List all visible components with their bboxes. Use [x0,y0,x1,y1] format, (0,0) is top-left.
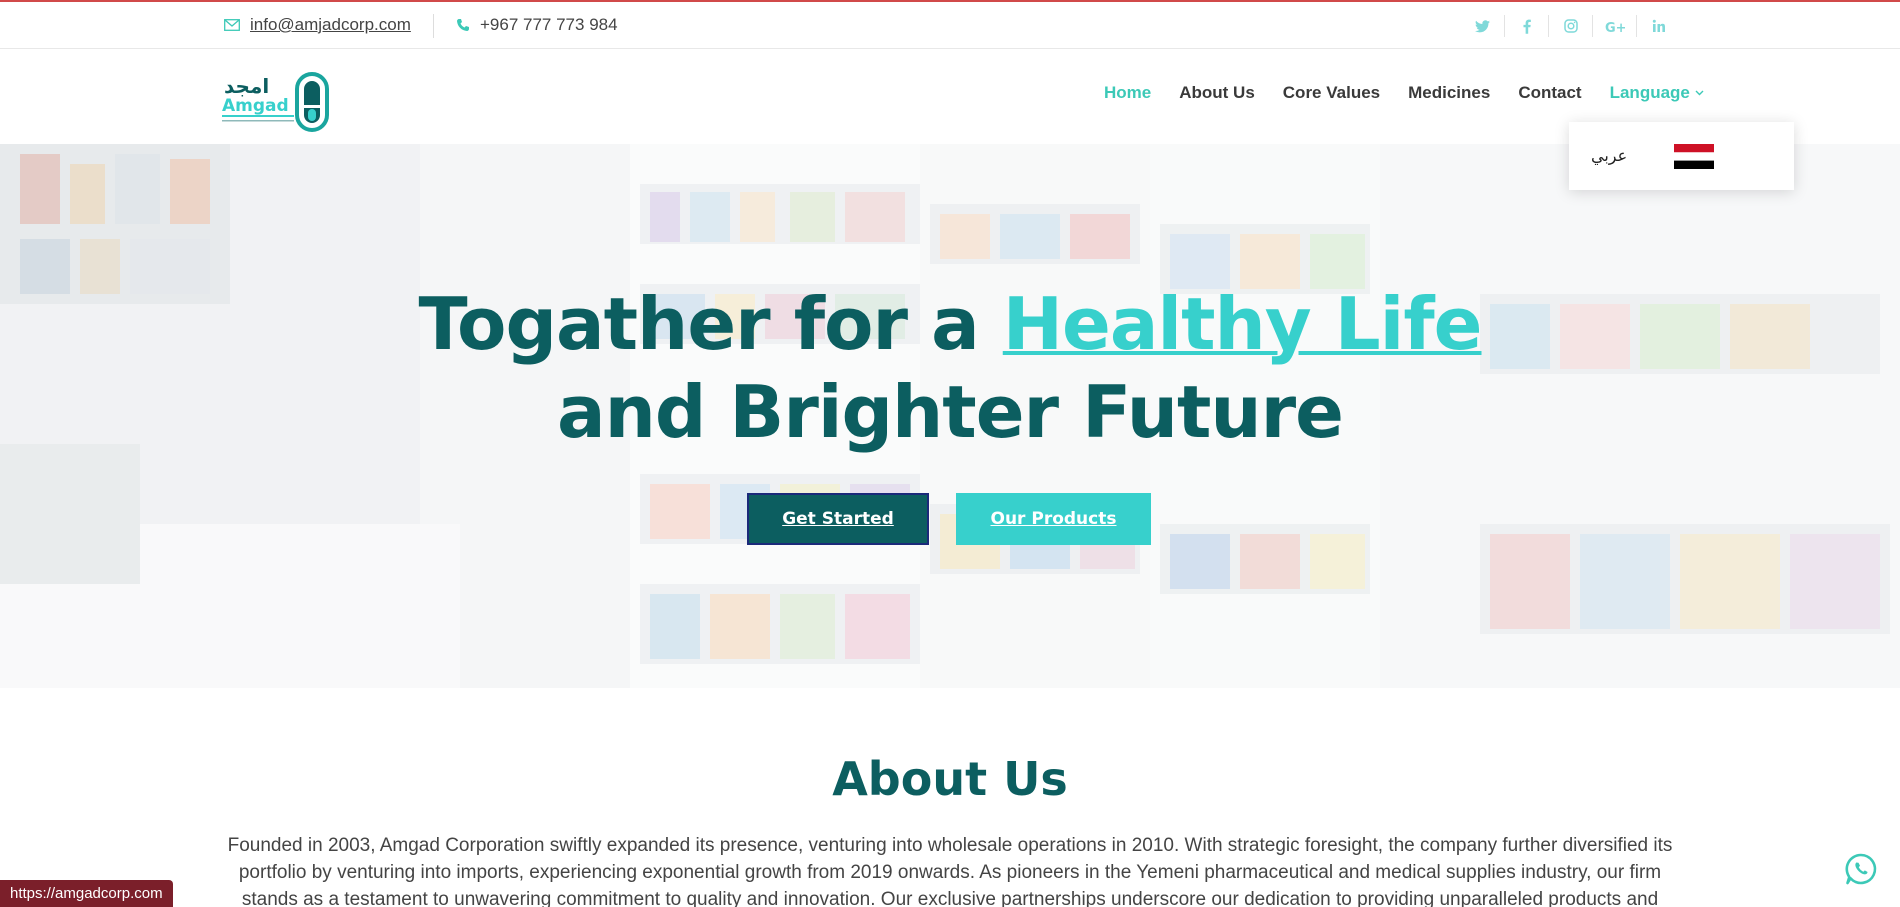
phone-number: +967 777 773 984 [480,15,618,34]
browser-status-url: https://amgadcorp.com [0,880,173,907]
phone-contact: +967 777 773 984 [456,15,618,35]
logo-arabic-text: امجد [224,74,269,98]
nav-language[interactable]: Language [1596,83,1718,103]
email-contact: info@amjadcorp.com [224,15,411,35]
facebook-icon[interactable] [1504,15,1548,37]
hero-title-highlight: Healthy Life [1002,282,1483,366]
hero-title: Togather for a Healthy Life and Brighter… [0,280,1900,456]
hero-title-part2: and Brighter Future [556,370,1344,454]
logo-latin-text: Amgad [222,96,289,116]
language-dropdown: عربي [1569,122,1794,190]
amgad-logo[interactable]: امجد Amgad [222,71,332,133]
envelope-icon [224,19,240,31]
about-us-heading: About Us [832,752,1068,806]
topbar-divider [433,14,434,38]
svg-text:G+: G+ [1605,21,1625,33]
linkedin-icon[interactable] [1636,15,1680,37]
social-links: G+ [1460,15,1680,37]
nav-contact[interactable]: Contact [1504,83,1595,103]
yemen-flag-icon[interactable] [1674,144,1714,169]
twitter-icon[interactable] [1460,15,1504,37]
nav-about-us[interactable]: About Us [1165,83,1269,103]
top-contact-bar: info@amjadcorp.com +967 777 773 984 G+ [0,0,1900,49]
get-started-button[interactable]: Get Started [747,493,929,545]
main-nav: Home About Us Core Values Medicines Cont… [1090,83,1718,103]
our-products-button[interactable]: Our Products [956,493,1151,545]
language-option-arabic[interactable]: عربي [1591,146,1627,165]
chevron-down-icon [1695,90,1704,96]
nav-medicines[interactable]: Medicines [1394,83,1504,103]
nav-language-label: Language [1609,83,1690,102]
hero-section: Togather for a Healthy Life and Brighter… [0,144,1900,688]
phone-icon [457,19,469,31]
google-plus-icon[interactable]: G+ [1592,15,1636,37]
email-link[interactable]: info@amjadcorp.com [250,15,411,35]
instagram-icon[interactable] [1548,15,1592,37]
nav-home[interactable]: Home [1090,83,1165,103]
about-us-text: Founded in 2003, Amgad Corporation swift… [227,835,1673,907]
nav-core-values[interactable]: Core Values [1269,83,1394,103]
whatsapp-icon[interactable] [1844,852,1878,886]
hero-title-part1: Togather for a [418,282,1003,366]
